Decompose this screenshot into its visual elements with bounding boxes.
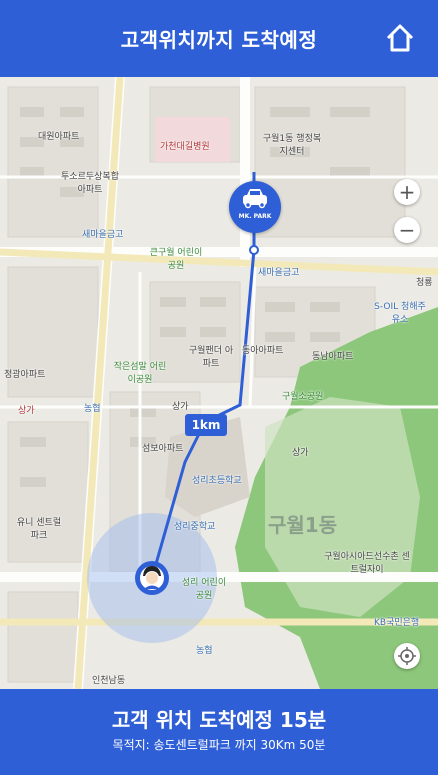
poi-label: 동남아파트 [312, 352, 354, 362]
eta-text: 고객 위치 도착예정 15분 [111, 708, 327, 732]
zoom-in-button[interactable]: + [394, 179, 420, 205]
poi-label: KB국민은행 [374, 618, 420, 628]
poi-label: 대원아파트 [38, 132, 80, 142]
poi-label: 투소르두상복합 아파트 [61, 172, 119, 195]
distance-label: 1km [191, 418, 221, 432]
minus-icon: − [398, 218, 416, 242]
app-header: 고객위치까지 도착예정 [0, 0, 438, 77]
poi-label: 새마을금고 [258, 268, 300, 278]
poi-label: 구월소공원 [282, 392, 324, 402]
poi-label: 농협 [84, 404, 101, 414]
car-icon [243, 189, 267, 209]
my-location-button[interactable] [394, 643, 420, 669]
poi-label: S-OIL 청해주유소 [374, 302, 426, 325]
page-title: 고객위치까지 도착예정 [120, 28, 318, 52]
poi-label: 구월아시아드선수촌 센트럴자이 [324, 552, 410, 575]
locate-icon [398, 647, 416, 665]
poi-label: 상가 [18, 406, 35, 416]
poi-label: 섬보아파트 [142, 444, 184, 454]
driver-car-marker[interactable]: MK. PARK [229, 181, 281, 233]
map-view[interactable]: 대원아파트 가천대길병원 구월1동 행정복지센터 투소르두상복합 아파트 새마을… [0, 77, 438, 689]
home-icon [386, 24, 414, 52]
poi-label: 인천남동 [92, 676, 126, 686]
district-label: 구월1동 [268, 513, 338, 537]
poi-label: 상가 [172, 402, 189, 412]
poi-label: 상가 [292, 448, 309, 458]
eta-panel: 고객 위치 도착예정 15분 목적지: 송도센트럴파크 까지 30Km 50분 [0, 689, 438, 775]
distance-badge: 1km [185, 414, 227, 436]
poi-label: 구월팬더 아파트 [188, 346, 234, 369]
poi-label: 성리 어린이공원 [181, 578, 227, 601]
poi-label: 성리중학교 [174, 522, 216, 532]
plus-icon: + [398, 180, 416, 204]
poi-label: 작은섬말 어린이공원 [113, 362, 167, 385]
poi-label: 동아아파트 [242, 346, 284, 356]
user-avatar-icon [140, 566, 164, 590]
destination-text: 목적지: 송도센트럴파크 까지 30Km 50분 [112, 738, 326, 752]
home-button[interactable] [384, 22, 416, 54]
poi-label: 청룡 [416, 278, 433, 288]
customer-location-marker[interactable] [135, 561, 169, 595]
poi-label: 농협 [196, 646, 213, 656]
poi-label: 새마을금고 [82, 230, 124, 240]
poi-label: 큰구월 어린이공원 [149, 248, 203, 271]
poi-label: 가천대길병원 [160, 142, 210, 152]
poi-label: 구월1동 행정복지센터 [262, 134, 322, 157]
poi-label: 성리초등학교 [192, 476, 242, 486]
poi-label: 정광아파트 [4, 370, 46, 380]
zoom-out-button[interactable]: − [394, 217, 420, 243]
poi-label: 유니 센트럴파크 [16, 518, 62, 541]
car-marker-label: MK. PARK [238, 213, 272, 220]
